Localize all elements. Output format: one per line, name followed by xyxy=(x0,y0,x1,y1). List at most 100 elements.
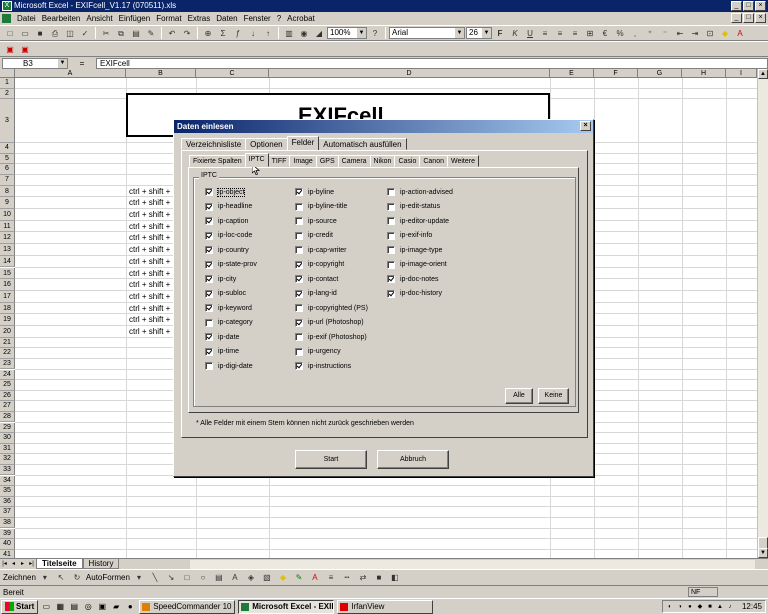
last-sheet-icon[interactable]: ▸| xyxy=(27,560,36,569)
shortcut-cell[interactable]: ctrl + shift + xyxy=(129,315,170,324)
pdf-mail-icon[interactable]: ▣ xyxy=(18,43,32,56)
menu-fenster[interactable]: Fenster xyxy=(241,14,274,23)
textbox-icon[interactable]: ▤ xyxy=(212,571,226,584)
formula-input[interactable]: EXIFcell xyxy=(96,57,768,69)
row-header[interactable]: 39 xyxy=(0,528,15,540)
row-header[interactable]: 1 xyxy=(0,78,15,89)
row-header[interactable]: 12 xyxy=(0,232,15,245)
quicklaunch-browser-icon[interactable]: ◎ xyxy=(82,601,94,613)
prev-sheet-icon[interactable]: ◂ xyxy=(9,560,18,569)
align-left-icon[interactable]: ≡ xyxy=(538,27,552,40)
checkbox-box[interactable] xyxy=(295,188,303,196)
checkbox-ip-loc-code[interactable]: ip-loc-code xyxy=(205,231,252,240)
dash-style-icon[interactable]: ┅ xyxy=(340,571,354,584)
rotate-icon[interactable]: ↻ xyxy=(70,571,84,584)
task-speedcommander[interactable]: SpeedCommander 10 xyxy=(139,599,236,614)
row-header[interactable]: 3 xyxy=(0,99,15,144)
name-box[interactable]: B3 ▼ xyxy=(2,57,68,69)
preview-icon[interactable]: ◫ xyxy=(63,27,77,40)
tab-canon[interactable]: Canon xyxy=(419,155,448,167)
checkbox-ip-instructions[interactable]: ip-instructions xyxy=(295,362,351,370)
tray-icon-7[interactable]: ♪ xyxy=(726,603,734,611)
menu-datei[interactable]: Datei xyxy=(14,14,39,23)
tray-icon-4[interactable]: ◆ xyxy=(696,603,704,611)
checkbox-ip-credit[interactable]: ip-credit xyxy=(295,231,333,240)
menu-help[interactable]: ? xyxy=(274,14,284,23)
font-color-icon[interactable]: A xyxy=(733,27,747,40)
checkbox-box[interactable] xyxy=(295,231,303,240)
shortcut-cell[interactable]: ctrl + shift + xyxy=(129,257,170,266)
menu-format[interactable]: Format xyxy=(153,14,184,23)
excel-icon[interactable]: X xyxy=(2,1,12,11)
paste-icon[interactable]: ▤ xyxy=(129,27,143,40)
fill-bucket-icon[interactable]: ◆ xyxy=(276,571,290,584)
row-header[interactable]: 13 xyxy=(0,244,15,256)
checkbox-ip-subloc[interactable]: ip-subloc xyxy=(205,289,246,298)
checkbox-box[interactable] xyxy=(295,333,303,341)
menu-extras[interactable]: Extras xyxy=(185,14,214,23)
row-header[interactable]: 10 xyxy=(0,209,15,221)
autoshapes-arrow-icon[interactable]: ▾ xyxy=(132,571,146,584)
checkbox-box[interactable] xyxy=(205,202,213,211)
checkbox-ip-exif-photoshop[interactable]: ip-exif (Photoshop) xyxy=(295,333,367,341)
row-header[interactable]: 25 xyxy=(0,380,15,391)
select-all-button[interactable]: Alle xyxy=(505,388,533,404)
row-header[interactable]: 22 xyxy=(0,348,15,359)
new-icon[interactable]: □ xyxy=(3,27,17,40)
checkbox-box[interactable] xyxy=(205,304,213,312)
checkbox-box[interactable] xyxy=(205,318,213,327)
checkbox-box[interactable] xyxy=(205,231,213,240)
row-header[interactable]: 40 xyxy=(0,539,15,550)
shortcut-cell[interactable]: ctrl + shift + xyxy=(129,280,170,289)
copy-icon[interactable]: ⧉ xyxy=(114,27,128,40)
sort-asc-icon[interactable]: ↓ xyxy=(246,27,260,40)
row-header[interactable]: 17 xyxy=(0,290,15,303)
sort-desc-icon[interactable]: ↑ xyxy=(261,27,275,40)
checkbox-box[interactable] xyxy=(295,304,303,312)
quicklaunch-excel-icon[interactable]: ▦ xyxy=(54,601,66,613)
checkbox-box[interactable] xyxy=(295,347,303,356)
redo-icon[interactable]: ↷ xyxy=(180,27,194,40)
map-icon[interactable]: ◉ xyxy=(297,27,311,40)
tray-icon-1[interactable]: ◐ xyxy=(666,603,674,611)
checkbox-ip-cap-writer[interactable]: ip-cap-writer xyxy=(295,246,347,254)
scroll-up-icon[interactable]: ▲ xyxy=(758,69,768,79)
autoshapes-menu[interactable]: AutoFormen xyxy=(86,573,130,582)
checkbox-ip-caption[interactable]: ip-caption xyxy=(205,217,248,225)
doc-restore-button[interactable]: □ xyxy=(743,13,754,23)
quicklaunch-word-icon[interactable]: ▤ xyxy=(68,601,80,613)
checkbox-ip-url-photoshop[interactable]: ip-url (Photoshop) xyxy=(295,318,364,327)
workbook-icon[interactable] xyxy=(2,14,11,23)
format-painter-icon[interactable]: ✎ xyxy=(144,27,158,40)
checkbox-box[interactable] xyxy=(205,347,213,356)
tray-icon-2[interactable]: ◑ xyxy=(676,603,684,611)
chart-icon[interactable]: ▥ xyxy=(282,27,296,40)
row-header[interactable]: 11 xyxy=(0,220,15,233)
checkbox-ip-country[interactable]: ip-country xyxy=(205,246,249,254)
checkbox-ip-headline[interactable]: ip-headline xyxy=(205,202,252,211)
quicklaunch-explorer-icon[interactable]: ▣ xyxy=(96,601,108,613)
checkbox-ip-contact[interactable]: ip-contact xyxy=(295,275,338,283)
checkbox-ip-action-advised[interactable]: ip-action-advised xyxy=(387,188,453,196)
formula-equals[interactable]: = xyxy=(68,59,96,68)
tab-gps[interactable]: GPS xyxy=(315,155,339,167)
row-header[interactable]: 21 xyxy=(0,337,15,349)
checkbox-ip-state-prov[interactable]: ip-state-prov xyxy=(205,260,257,269)
tab-tiff[interactable]: TIFF xyxy=(267,155,291,167)
checkbox-box[interactable] xyxy=(387,188,395,196)
percent-icon[interactable]: % xyxy=(613,27,627,40)
tab-nikon[interactable]: Nikon xyxy=(369,155,396,167)
checkbox-ip-lang-id[interactable]: ip-lang-id xyxy=(295,289,337,298)
row-header[interactable]: 28 xyxy=(0,411,15,423)
checkbox-ip-doc-history[interactable]: ip-doc-history xyxy=(387,289,442,298)
checkbox-ip-copyright[interactable]: ip-copyright xyxy=(295,260,344,269)
shortcut-cell[interactable]: ctrl + shift + xyxy=(129,210,170,219)
quicklaunch-folder-icon[interactable]: ▰ xyxy=(110,601,122,613)
shortcut-cell[interactable]: ctrl + shift + xyxy=(129,327,170,336)
checkbox-ip-digi-date[interactable]: ip-digi-date xyxy=(205,362,253,370)
checkbox-box[interactable] xyxy=(295,289,303,298)
3d-icon[interactable]: ◧ xyxy=(388,571,402,584)
row-header[interactable]: 32 xyxy=(0,454,15,465)
row-header[interactable]: 24 xyxy=(0,369,15,381)
fill-color-icon[interactable]: ◆ xyxy=(718,27,732,40)
